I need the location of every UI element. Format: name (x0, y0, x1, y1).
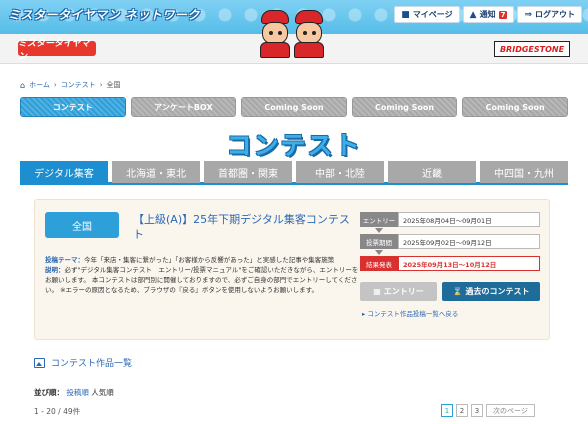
schedule-value: 2025年09月02日～09月12日 (398, 234, 540, 249)
schedule-label: 投票期間 (360, 234, 398, 249)
page-title: コンテスト (226, 131, 362, 160)
nav-survey-box[interactable]: アンケートBOX (130, 97, 237, 117)
mr-tireman-logo[interactable]: ミスタータイヤマン (18, 39, 96, 62)
arrow-down-icon (375, 250, 383, 255)
works-list-link[interactable]: ▸ コンテスト作品投稿一覧へ戻る (362, 308, 458, 318)
chevron-right-icon: › (53, 81, 57, 89)
sort-label: 並び順： (34, 388, 64, 397)
chevron-right-icon: ▸ (362, 310, 366, 318)
nav-contest[interactable]: コンテスト (20, 97, 126, 117)
schedule: エントリー 2025年08月04日～09月01日 投票期間 2025年09月02… (360, 212, 540, 278)
next-page-button[interactable]: 次のページ (486, 404, 535, 417)
bridgestone-logo: BRIDGESTONE (494, 41, 570, 57)
works-list-title: コンテスト作品一覧 (51, 359, 133, 369)
theme-label: 投稿テーマ： (45, 256, 84, 264)
image-icon (34, 357, 45, 368)
schedule-result: 結果発表 2025年09月13日～10月12日 (360, 256, 540, 271)
past-contest-button[interactable]: ⌛ 過去のコンテスト (442, 282, 540, 301)
home-icon[interactable]: ⌂ (20, 81, 25, 90)
sort-control: 並び順： 投稿順 人気順 (34, 387, 114, 398)
notification-button[interactable]: ▲ 通知 7 (462, 6, 515, 23)
tab-chushikoku-kyushu[interactable]: 中四国・九州 (480, 161, 568, 183)
mascot-left-icon (258, 10, 292, 60)
chevron-right-icon: › (99, 81, 103, 89)
mascot-right-icon (292, 10, 326, 60)
tab-kinki[interactable]: 近畿 (388, 161, 476, 183)
tab-chubu-hokuriku[interactable]: 中部・北陸 (296, 161, 384, 183)
schedule-vote: 投票期間 2025年09月02日～09月12日 (360, 234, 540, 255)
arrow-down-icon (375, 228, 383, 233)
breadcrumb-home[interactable]: ホーム (29, 80, 50, 90)
past-contest-label: 過去のコンテスト (465, 287, 530, 296)
nav-coming-soon-1[interactable]: Coming Soon (241, 97, 347, 117)
tab-shutoken-kanto[interactable]: 首都圏・関東 (204, 161, 292, 183)
entry-label: エントリー (383, 287, 424, 296)
page-1[interactable]: 1 (441, 404, 453, 417)
tab-hokkaido-tohoku[interactable]: 北海道・東北 (112, 161, 200, 183)
contest-description: 投稿テーマ：今年「来店・集客に繋がった」「お客様から反響があった」と実感した記事… (45, 255, 363, 295)
theme-text: 今年「来店・集客に繋がった」「お客様から反響があった」と実感した記事や集客施策 (84, 256, 335, 264)
entry-button[interactable]: ▦ エントリー (360, 282, 437, 301)
card-actions: ▦ エントリー ⌛ 過去のコンテスト (360, 282, 540, 301)
mypage-label: マイページ (412, 10, 453, 19)
logout-label: ログアウト (535, 10, 575, 19)
calendar-icon: ▦ (373, 287, 381, 296)
logout-icon: ⇒ (524, 9, 532, 20)
logout-button[interactable]: ⇒ ログアウト (517, 6, 582, 23)
contest-card: 全国 【上級(A)】25年下期デジタル集客コンテスト 投稿テーマ：今年「来店・集… (34, 199, 550, 340)
note-label: 説明： (45, 266, 65, 274)
hourglass-icon: ⌛ (452, 287, 463, 296)
nav-coming-soon-2[interactable]: Coming Soon (351, 97, 458, 117)
works-list-heading: コンテスト作品一覧 (34, 356, 132, 369)
tab-digital[interactable]: デジタル集客 (20, 161, 108, 183)
contest-title[interactable]: 【上級(A)】25年下期デジタル集客コンテスト (133, 212, 358, 242)
note-text: 必ず"デジタル集客コンテスト エントリー/投票マニュアル"をご確認いただきながら… (45, 266, 359, 294)
breadcrumb-current: 全国 (106, 81, 121, 89)
schedule-entry: エントリー 2025年08月04日～09月01日 (360, 212, 540, 233)
bell-icon: ▲ (469, 9, 477, 20)
sort-by-popular[interactable]: 人気順 (91, 388, 114, 397)
schedule-value: 2025年08月04日～09月01日 (398, 212, 540, 227)
schedule-label: 結果発表 (360, 256, 398, 271)
mypage-button[interactable]: ■ マイページ (394, 6, 460, 23)
main-nav: コンテスト アンケートBOX Coming Soon Coming Soon C… (20, 97, 568, 121)
nav-coming-soon-3[interactable]: Coming Soon (462, 97, 568, 117)
region-tabs: デジタル集客 北海道・東北 首都圏・関東 中部・北陸 近畿 中四国・九州 (20, 161, 568, 185)
result-count: 1 - 20 / 49件 (34, 407, 81, 416)
schedule-label: エントリー (360, 212, 398, 227)
site-title[interactable]: ミスタータイヤマン ネットワーク (8, 6, 200, 23)
scope-button[interactable]: 全国 (45, 212, 119, 238)
page-3[interactable]: 3 (471, 404, 483, 417)
notification-label: 通知 (479, 10, 496, 19)
works-list-label: コンテスト作品投稿一覧へ戻る (367, 310, 459, 318)
notification-count-badge: 7 (498, 10, 508, 19)
breadcrumb-contest[interactable]: コンテスト (61, 80, 96, 90)
pagination: 1 2 3 次のページ (441, 404, 535, 417)
breadcrumb: ⌂ ホーム › コンテスト › 全国 (20, 80, 121, 90)
page-2[interactable]: 2 (456, 404, 468, 417)
user-icon: ■ (401, 9, 410, 20)
sort-by-post[interactable]: 投稿順 (66, 388, 89, 397)
schedule-value: 2025年09月13日～10月12日 (398, 256, 540, 271)
header-actions: ■ マイページ ▲ 通知 7 ⇒ ログアウト (394, 6, 582, 23)
